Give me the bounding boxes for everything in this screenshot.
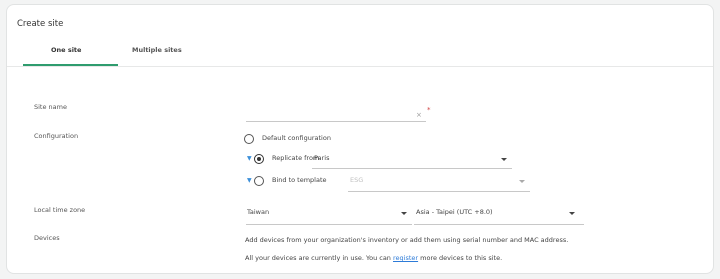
devices-status: All your devices are currently in use. Y… (245, 254, 502, 262)
radio-replicate-from[interactable] (254, 154, 264, 164)
site-name-input[interactable] (246, 107, 426, 122)
site-name-label: Site name (34, 103, 67, 111)
pin-icon: ▼ (247, 177, 252, 184)
create-site-panel: Create site One site Multiple sites Site… (6, 4, 714, 274)
chevron-down-icon[interactable] (519, 180, 525, 183)
replicate-from-label[interactable]: Replicate from (272, 154, 319, 162)
tab-divider (7, 66, 713, 67)
default-configuration-label[interactable]: Default configuration (262, 134, 331, 142)
timezone-label: Local time zone (34, 206, 86, 214)
devices-status-prefix: All your devices are currently in use. Y… (245, 254, 393, 262)
chevron-down-icon[interactable] (501, 158, 507, 161)
chevron-down-icon[interactable] (569, 212, 575, 215)
register-link[interactable]: register (393, 254, 418, 262)
page-title: Create site (17, 19, 64, 29)
bind-to-template-label[interactable]: Bind to template (272, 176, 327, 184)
timezone-select[interactable]: Asia - Taipei (UTC +8.0) (416, 208, 493, 216)
devices-description: Add devices from your organization's inv… (245, 236, 569, 244)
required-marker: * (427, 106, 431, 114)
country-select-underline (246, 224, 412, 225)
replicate-from-select[interactable]: Paris (314, 154, 329, 162)
radio-default-configuration[interactable] (244, 134, 254, 144)
devices-label: Devices (34, 234, 60, 242)
replicate-from-select-underline (312, 168, 512, 169)
configuration-label: Configuration (34, 132, 79, 140)
pin-icon: ▼ (247, 155, 252, 162)
devices-status-suffix: more devices to this site. (418, 254, 503, 262)
clear-icon[interactable]: × (416, 111, 422, 119)
timezone-select-underline (414, 224, 584, 225)
country-select[interactable]: Taiwan (247, 208, 269, 216)
tab-one-site[interactable]: One site (51, 46, 81, 54)
template-select[interactable]: ESG (350, 176, 363, 184)
template-select-underline (348, 191, 530, 192)
chevron-down-icon[interactable] (401, 212, 407, 215)
tab-multiple-sites[interactable]: Multiple sites (132, 46, 182, 54)
radio-bind-to-template[interactable] (254, 176, 264, 186)
